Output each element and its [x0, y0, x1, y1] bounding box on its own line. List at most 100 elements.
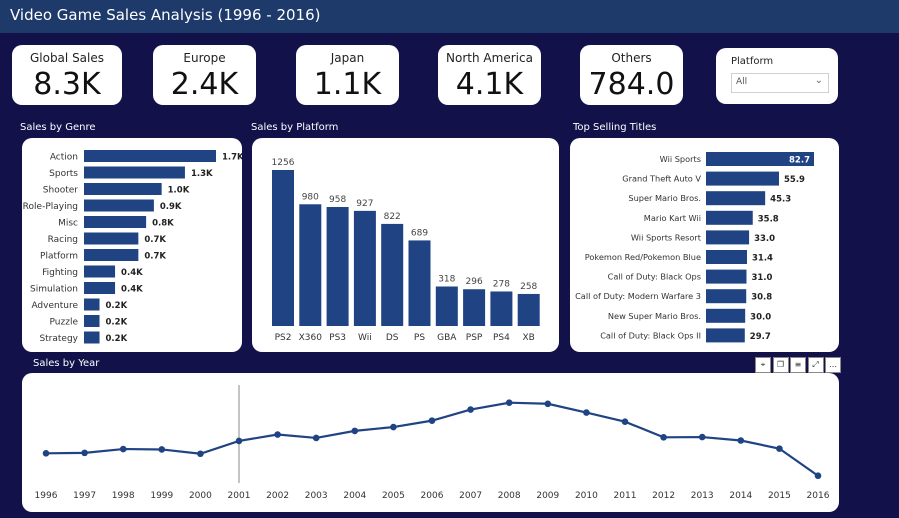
year-point[interactable]: [544, 400, 552, 408]
platform-bar[interactable]: [272, 170, 294, 326]
platform-category-label: GBA: [437, 333, 457, 343]
year-tick-label: 2008: [498, 491, 521, 501]
genre-chart-panel[interactable]: Action 1.7K Sports 1.3K Shooter 1.0K Role-Play…: [22, 138, 242, 352]
platform-data-label: 318: [438, 275, 455, 285]
year-tick-label: 2014: [729, 491, 752, 501]
kpi-card-japan[interactable]: Japan 1.1K: [296, 45, 399, 105]
platform-bar[interactable]: [408, 240, 431, 326]
platform-bar[interactable]: [353, 210, 376, 326]
title-data-label: 45.3: [770, 195, 791, 205]
title-bar[interactable]: [706, 269, 747, 284]
platform-bar[interactable]: [299, 204, 322, 326]
genre-category-label: Strategy: [39, 334, 78, 344]
year-point[interactable]: [621, 418, 629, 426]
genre-bar[interactable]: [84, 150, 216, 162]
genre-bar[interactable]: [84, 249, 139, 261]
year-point[interactable]: [42, 450, 50, 457]
platform-bar[interactable]: [463, 289, 486, 326]
kpi-label: Global Sales: [29, 51, 105, 65]
year-point[interactable]: [698, 433, 706, 441]
platform-bar[interactable]: [435, 286, 458, 326]
genre-data-label: 0.8K: [152, 219, 174, 229]
title-bar: Video Game Sales Analysis (1996 - 2016): [0, 0, 899, 33]
title-bar[interactable]: [706, 250, 748, 264]
more-options-icon[interactable]: …: [825, 357, 841, 373]
platform-bar[interactable]: [490, 291, 513, 326]
genre-data-label: 0.7K: [144, 252, 166, 262]
kpi-card-europe[interactable]: Europe 2.4K: [153, 45, 256, 105]
genre-data-label: 0.7K: [144, 235, 166, 245]
year-point[interactable]: [158, 446, 166, 453]
genre-bar[interactable]: [84, 232, 139, 245]
genre-data-label: 0.2K: [106, 301, 128, 311]
kpi-value: 2.4K: [170, 67, 239, 102]
genre-bar[interactable]: [84, 183, 162, 195]
platform-chart-panel[interactable]: 1256 PS2 980 X360 958 PS3 927 Wii 822 DS 689 PS 318 G…: [252, 138, 559, 352]
title-data-label: 30.0: [750, 312, 771, 322]
year-point[interactable]: [274, 431, 281, 438]
genre-category-label: Sports: [49, 169, 78, 179]
year-tick-label: 2006: [421, 491, 444, 501]
genre-bar[interactable]: [84, 199, 154, 212]
year-point[interactable]: [351, 427, 359, 435]
platform-bar[interactable]: [326, 207, 349, 326]
genre-bar[interactable]: [84, 315, 100, 327]
year-point[interactable]: [428, 417, 436, 424]
title-bar[interactable]: [706, 210, 753, 225]
genre-category-label: Racing: [48, 235, 78, 245]
year-point[interactable]: [119, 445, 127, 453]
genre-data-label: 0.2K: [106, 318, 128, 328]
titles-chart-panel[interactable]: Wii Sports 82.7 Grand Theft Auto V 55.9 Supe…: [570, 138, 839, 352]
kpi-card-global-sales[interactable]: Global Sales 8.3K: [12, 45, 122, 105]
pin-icon[interactable]: ⌖: [755, 357, 771, 373]
title-bar[interactable]: [706, 308, 746, 323]
genre-category-label: Puzzle: [50, 318, 79, 328]
focus-mode-icon[interactable]: ⤢: [807, 357, 824, 373]
title-bar[interactable]: [706, 289, 747, 304]
kpi-label: Japan: [330, 51, 365, 65]
genre-bar[interactable]: [84, 282, 116, 294]
genre-bar[interactable]: [84, 166, 185, 179]
year-point[interactable]: [814, 472, 822, 480]
title-data-label: 31.4: [752, 254, 773, 264]
year-point[interactable]: [737, 437, 745, 444]
filter-icon[interactable]: ≡: [790, 357, 806, 373]
year-point[interactable]: [505, 399, 513, 407]
year-point[interactable]: [197, 450, 204, 458]
platform-bar[interactable]: [381, 223, 404, 326]
year-point[interactable]: [81, 449, 88, 457]
year-tick-label: 2001: [228, 491, 251, 501]
platform-category-label: XB: [523, 333, 535, 343]
year-point[interactable]: [467, 406, 474, 413]
year-chart-panel[interactable]: 1996 1997 1998 1999 2000 2001 2002 2003 2004 2005…: [22, 373, 839, 512]
platform-bar[interactable]: [517, 293, 540, 326]
year-point[interactable]: [583, 409, 590, 416]
year-point[interactable]: [235, 437, 243, 445]
kpi-label: Others: [611, 51, 652, 65]
platform-data-label: 1256: [272, 158, 295, 168]
genre-bar[interactable]: [84, 216, 147, 228]
year-line-chart: 1996 1997 1998 1999 2000 2001 2002 2003 2004 2005…: [35, 385, 830, 501]
page-title: Video Game Sales Analysis (1996 - 2016): [10, 6, 321, 24]
kpi-card-others[interactable]: Others 784.0: [580, 45, 683, 105]
genre-category-label: Role-Playing: [23, 202, 78, 212]
year-point[interactable]: [312, 434, 320, 442]
genre-bar[interactable]: [84, 265, 116, 278]
title-bar[interactable]: [706, 230, 750, 245]
title-data-label: 82.7: [789, 156, 810, 166]
title-bar[interactable]: [706, 191, 766, 206]
year-point[interactable]: [390, 423, 397, 431]
title-bar[interactable]: [706, 171, 780, 186]
year-point[interactable]: [660, 433, 667, 441]
copy-icon[interactable]: ❐: [772, 357, 789, 373]
kpi-card-north-america[interactable]: North America 4.1K: [438, 45, 541, 105]
platform-data-label: 958: [329, 195, 346, 205]
genre-bar[interactable]: [84, 331, 100, 344]
title-data-label: 55.9: [784, 175, 805, 185]
platform-data-label: 258: [520, 282, 537, 292]
platform-dropdown[interactable]: All ⌄: [731, 73, 829, 93]
year-point[interactable]: [776, 445, 783, 452]
title-bar[interactable]: [706, 328, 745, 343]
title-data-label: 31.0: [751, 273, 772, 283]
genre-bar[interactable]: [84, 298, 100, 311]
